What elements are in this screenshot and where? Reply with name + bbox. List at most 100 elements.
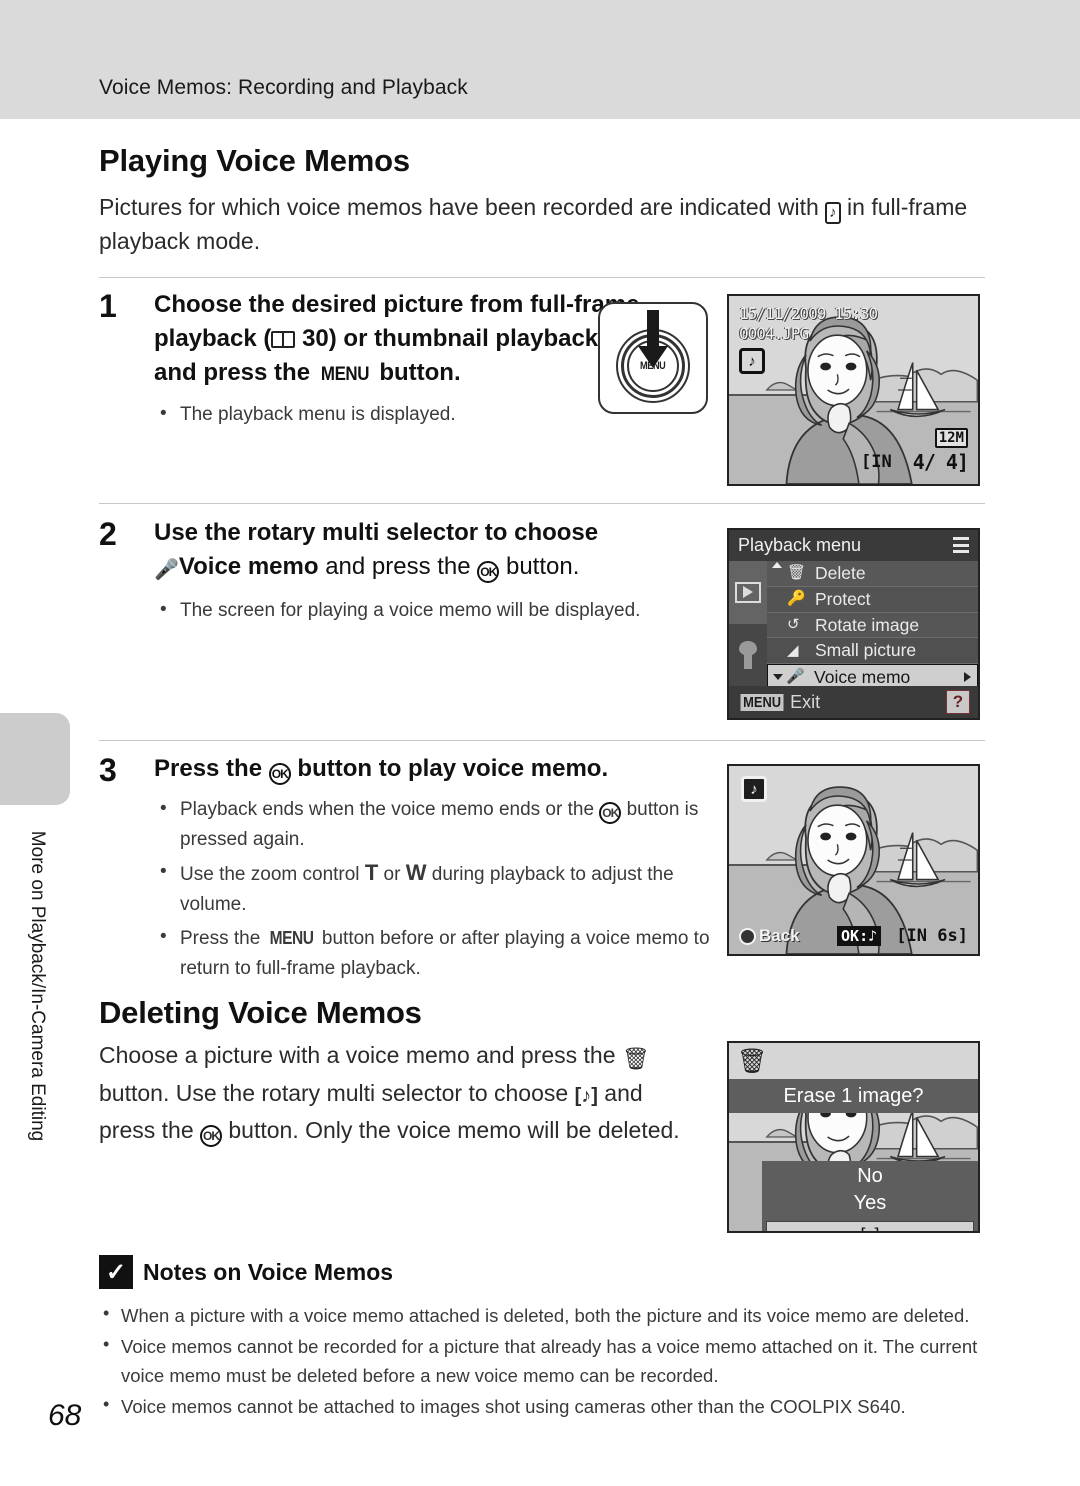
step-3-heading: Press the OK button to play voice memo. xyxy=(154,752,719,786)
step-2-text-3: button. xyxy=(505,553,580,580)
key-icon: 🔑 xyxy=(787,590,806,608)
list-item: Press the MENU button before or after pl… xyxy=(154,922,719,984)
duration-label: 6s xyxy=(937,926,958,946)
step-1-text-4: button. xyxy=(379,359,461,386)
menu-item-rotate-image[interactable]: ↺ Rotate image xyxy=(767,612,978,639)
menu-tab-column xyxy=(729,561,767,686)
ok-button-icon: OK xyxy=(477,561,500,583)
step-2: 2 Use the rotary multi selector to choos… xyxy=(99,516,719,629)
voice-memo-icon: ♪ xyxy=(825,202,841,224)
deleting-paragraph: Choose a picture with a voice memo and p… xyxy=(99,1038,704,1147)
exit-label: Exit xyxy=(790,691,821,712)
erase-option-no[interactable]: No xyxy=(762,1163,978,1190)
step-2-menu-name: Voice memo xyxy=(178,553,319,580)
menu-item-label: Small picture xyxy=(815,640,917,661)
ok-button-icon: OK xyxy=(599,802,622,824)
book-reference-icon xyxy=(271,331,296,348)
memo-duration-indicator: [IN 6s] xyxy=(896,926,968,946)
step-1-text-2: ) or thumbnail playback ( xyxy=(328,325,613,352)
step-2-text-1: Use the rotary multi selector to choose xyxy=(154,519,599,546)
memory-indicator: [IN xyxy=(861,452,892,472)
back-label: Back xyxy=(759,926,800,945)
camera-screen-playback-menu: Playback menu 🗑 Delete 🔑 Protect ↺ Rotat… xyxy=(727,528,980,720)
erase-option-voice-memo[interactable]: [♪] xyxy=(766,1221,974,1231)
camera-screen-erase-dialog: 🗑 Erase 1 image? No Yes [♪] xyxy=(727,1041,980,1233)
help-icon[interactable]: ? xyxy=(946,690,970,714)
bullet-text: Use the zoom control xyxy=(180,864,360,885)
image-size-badge: 12M xyxy=(934,428,968,448)
chapter-label: More on Playback/In-Camera Editing xyxy=(27,830,48,1142)
page-title: Playing Voice Memos xyxy=(99,143,410,178)
menu-item-label: Delete xyxy=(815,563,866,583)
page-header-band xyxy=(0,0,1080,119)
intro-paragraph: Pictures for which voice memos have been… xyxy=(99,190,979,258)
trash-icon: 🗑 xyxy=(737,1047,768,1075)
erase-option-yes[interactable]: Yes xyxy=(762,1190,978,1217)
step-1-number: 1 xyxy=(99,288,117,324)
trash-icon: 🗑 xyxy=(621,1046,650,1071)
menu-item-protect[interactable]: 🔑 Protect xyxy=(767,586,978,613)
zoom-tele-icon: T xyxy=(364,860,379,885)
list-item: Use the zoom control T or W during playb… xyxy=(154,857,719,920)
camera-screen-fullframe: 15/11/2009 15:30 0004.JPG ♪ 12M [IN 4/ 4… xyxy=(727,294,980,486)
divider xyxy=(99,503,985,504)
menu-item-small-picture[interactable]: ◢ Small picture xyxy=(767,638,978,665)
step-3-number: 3 xyxy=(99,752,117,788)
scroll-down-icon xyxy=(773,674,783,681)
voice-memo-icon: ♪ xyxy=(741,776,767,802)
erase-prompt: Erase 1 image? xyxy=(729,1079,978,1113)
ok-label: OK xyxy=(841,927,860,945)
bullet-text-cont: button before or after playing a voice m… xyxy=(180,928,710,979)
erase-topbar: 🗑 xyxy=(729,1043,978,1079)
list-item: Voice memos cannot be attached to images… xyxy=(99,1390,985,1421)
down-arrow-icon xyxy=(638,310,668,368)
notes-block: ✓ Notes on Voice Memos When a picture wi… xyxy=(99,1255,985,1423)
tab-playback[interactable] xyxy=(729,561,767,624)
step-3-text-1: Press the xyxy=(154,755,263,782)
rotary-selector-icon xyxy=(739,927,756,945)
memory-label: IN xyxy=(871,452,892,472)
deleting-title: Deleting Voice Memos xyxy=(99,995,422,1030)
menu-button-glyph: MENU xyxy=(269,928,314,948)
bullet-text-or: or xyxy=(383,864,401,885)
trash-icon: 🗑 xyxy=(787,564,807,582)
photo-filename: 0004.JPG xyxy=(739,324,809,343)
deleting-text-4: button. Only the voice memo will be dele… xyxy=(228,1117,680,1143)
notes-list: When a picture with a voice memo attache… xyxy=(99,1299,985,1421)
menu-button-badge: MENU xyxy=(740,693,784,711)
deleting-text-1: Choose a picture with a voice memo and p… xyxy=(99,1042,616,1068)
notes-title: Notes on Voice Memos xyxy=(143,1258,394,1285)
bullet-text: Press the xyxy=(180,928,261,949)
menu-item-label: Voice memo xyxy=(814,667,911,688)
step-3: 3 Press the OK button to play voice memo… xyxy=(99,752,719,987)
step-2-bullets: The screen for playing a voice memo will… xyxy=(154,595,719,626)
step-1-ref-1: 30 xyxy=(302,325,329,352)
ok-button-icon: OK xyxy=(268,763,291,785)
step-2-number: 2 xyxy=(99,516,117,552)
voice-memo-icon: ♪ xyxy=(739,348,765,374)
microphone-icon: 🎤 xyxy=(154,559,179,581)
step-3-text-2: button to play voice memo. xyxy=(297,755,609,782)
list-item: Playback ends when the voice memo ends o… xyxy=(154,794,719,855)
caution-icon: ✓ xyxy=(99,1255,133,1289)
frame-counter: 4/ 4] xyxy=(912,450,969,474)
erase-options: No Yes [♪] xyxy=(762,1161,978,1231)
menu-indicator-icon xyxy=(953,537,969,553)
divider xyxy=(99,277,985,278)
frame-counter-value: 4/ 4 xyxy=(912,450,958,474)
scroll-up-icon xyxy=(772,562,782,568)
step-2-heading: Use the rotary multi selector to choose … xyxy=(154,516,719,587)
back-control: Back xyxy=(739,926,800,946)
intro-text-1: Pictures for which voice memos have been… xyxy=(99,194,819,220)
divider xyxy=(99,740,985,741)
ok-button-icon: OK xyxy=(200,1125,222,1147)
list-item: When a picture with a voice memo attache… xyxy=(99,1299,985,1330)
tab-setup[interactable] xyxy=(729,623,767,686)
menu-item-label: Protect xyxy=(815,588,871,609)
zoom-wide-icon: W xyxy=(405,860,427,885)
rotate-icon: ↺ xyxy=(787,616,800,634)
bullet-text: Playback ends when the voice memo ends o… xyxy=(180,799,595,820)
step-3-bullets: Playback ends when the voice memo ends o… xyxy=(154,794,719,984)
menu-item-delete[interactable]: 🗑 Delete xyxy=(767,561,978,587)
play-icon xyxy=(735,581,761,603)
